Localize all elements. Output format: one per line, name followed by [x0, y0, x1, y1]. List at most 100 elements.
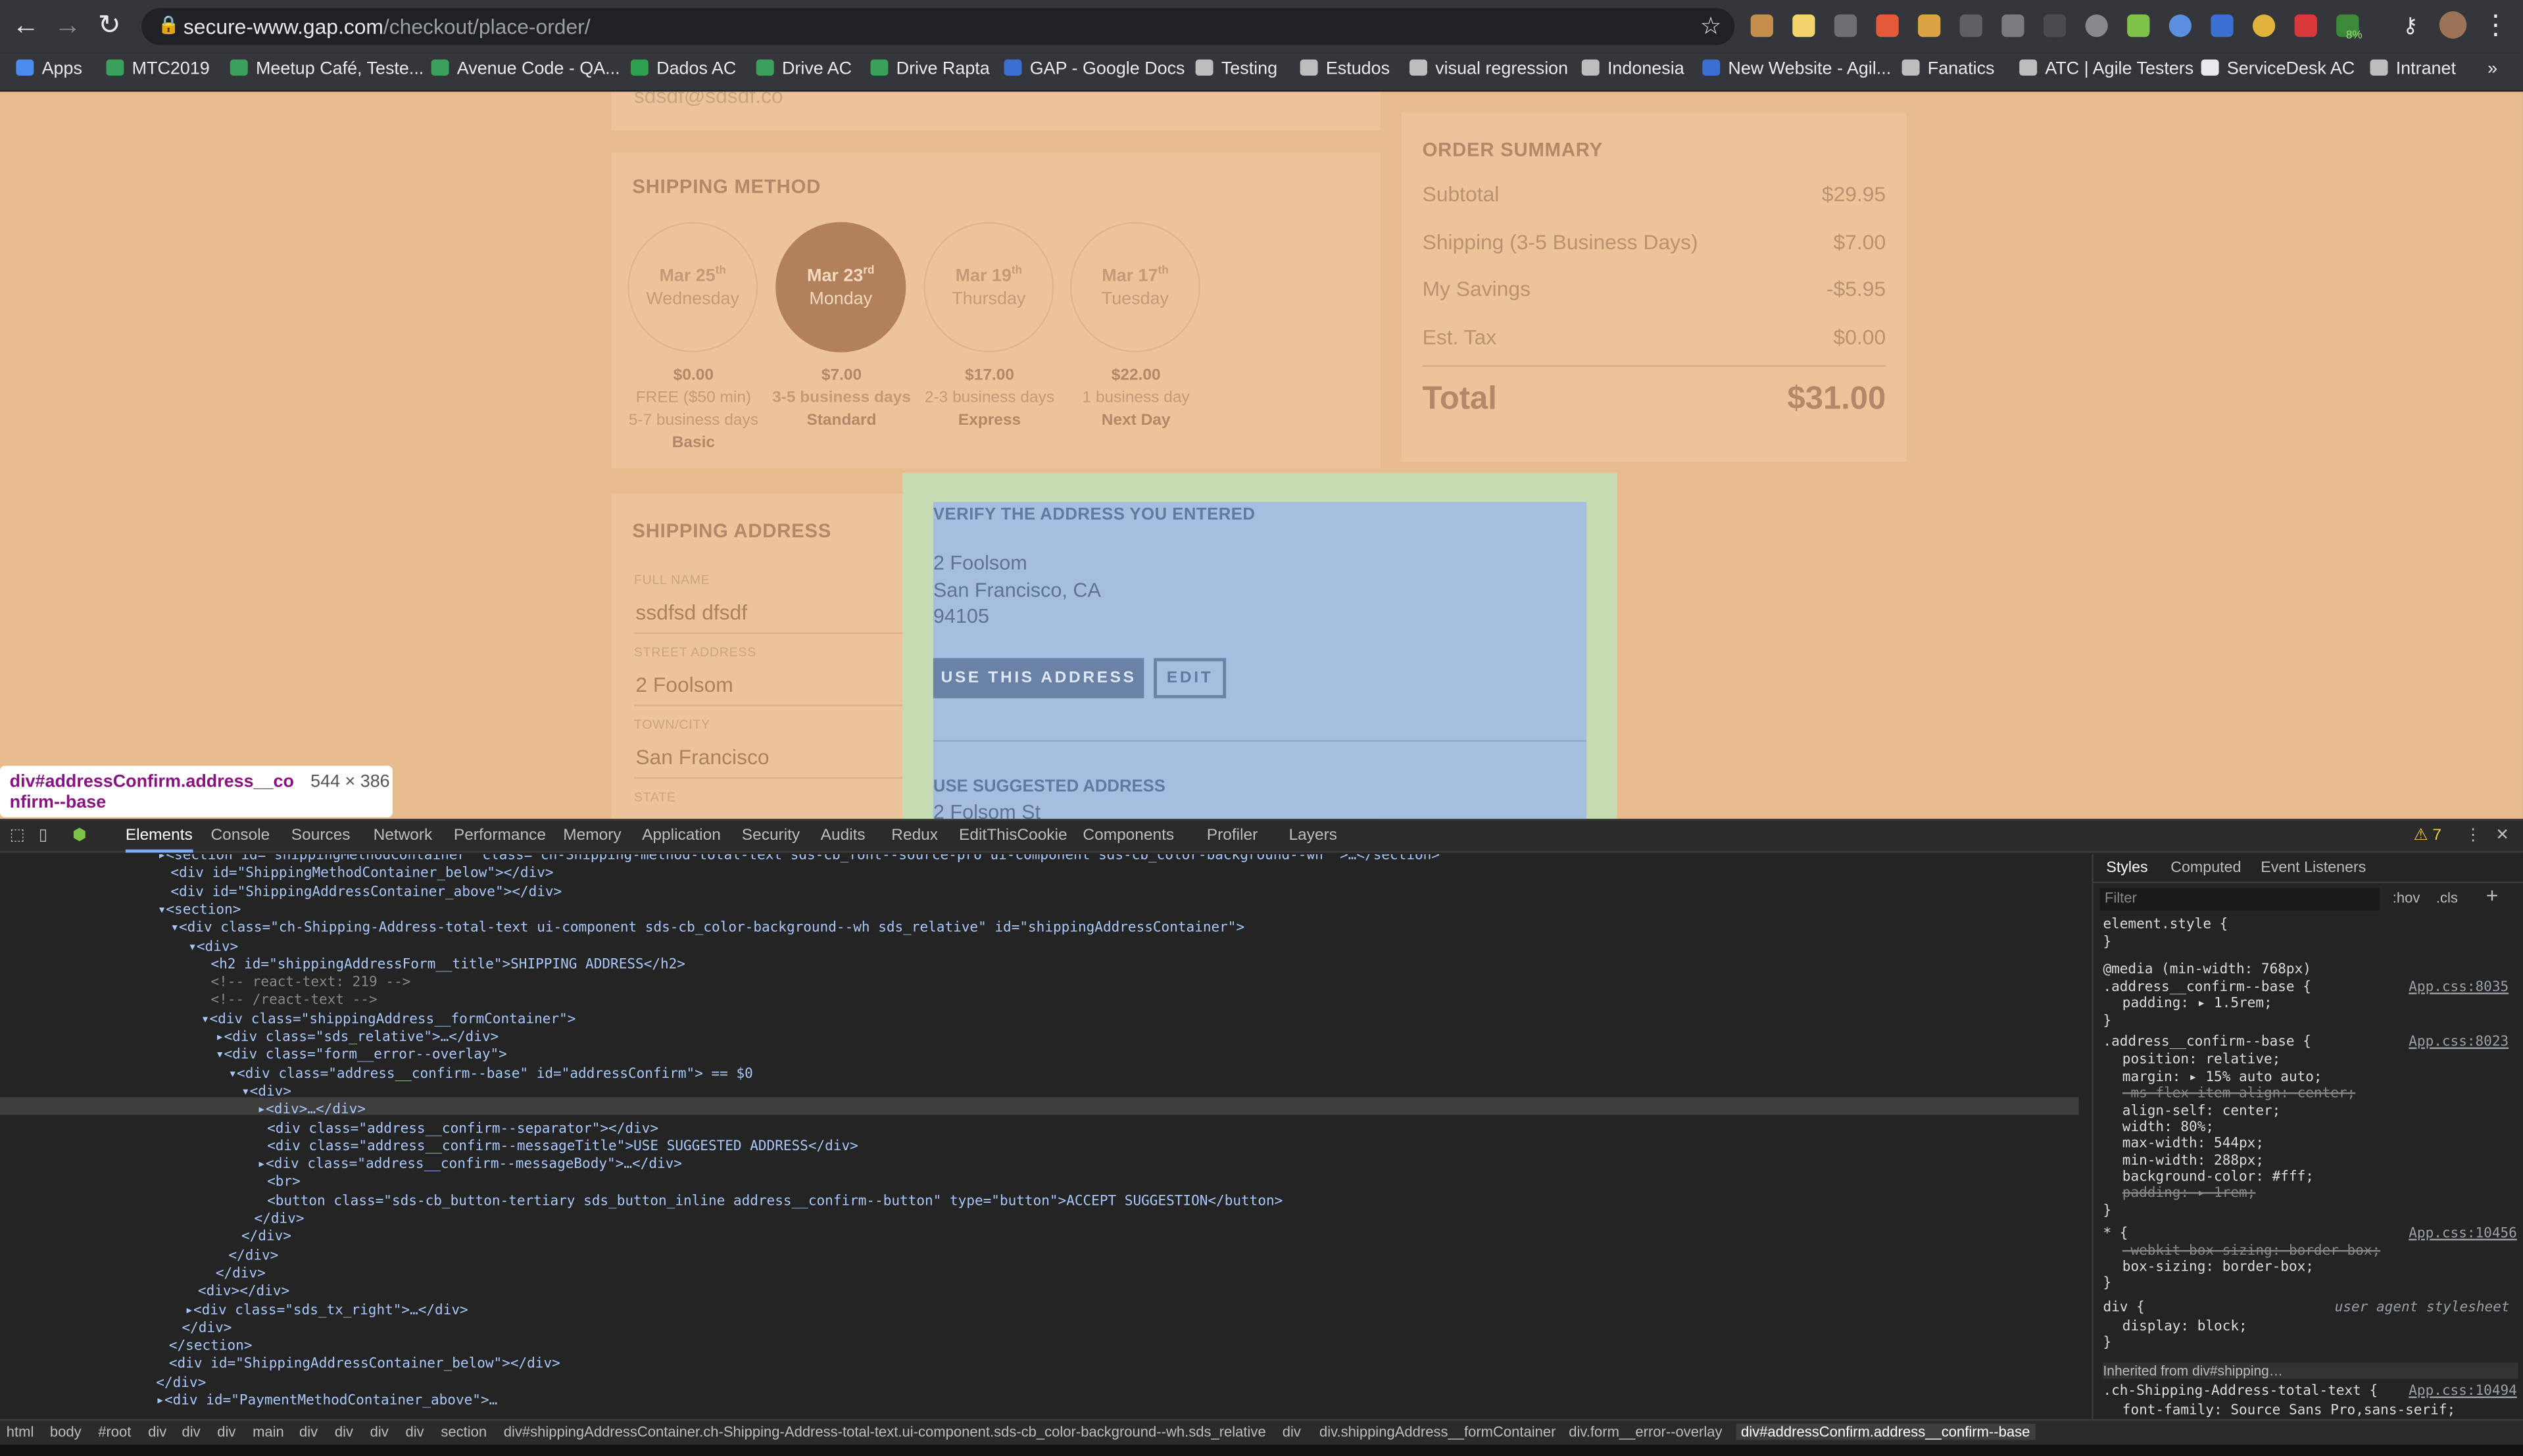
bookmark-3[interactable]: Avenue Code - QA...: [431, 59, 620, 79]
devtools-tab-application[interactable]: Application: [642, 827, 721, 844]
dom-node-line[interactable]: </div>: [255, 1211, 305, 1229]
field-input-2[interactable]: San Francisco: [635, 745, 769, 769]
bookmark-10[interactable]: visual regression: [1409, 59, 1568, 79]
grid-extension-icon[interactable]: [1959, 14, 1982, 37]
shipping-option-3[interactable]: Mar 17th Tuesday: [1069, 222, 1201, 352]
warning-count[interactable]: ⚠ 7: [2414, 827, 2441, 844]
dom-node-line[interactable]: ▸<div class="sds_relative">…</div>: [216, 1030, 499, 1048]
devtools-tab-network[interactable]: Network: [374, 827, 433, 844]
cls-toggle[interactable]: .cls: [2436, 890, 2458, 906]
atom-extension-icon[interactable]: [1834, 14, 1857, 37]
bookmark-13[interactable]: Fanatics: [1901, 59, 1995, 79]
dom-node-line[interactable]: <div id="ShippingMethodContainer_below">…: [170, 866, 553, 884]
bookmark-1[interactable]: MTC2019: [106, 59, 210, 79]
arrow-extension-icon[interactable]: [2043, 14, 2067, 37]
breadcrumb-item[interactable]: html: [7, 1424, 34, 1440]
style-source-link[interactable]: App.css:10494: [2409, 1384, 2517, 1399]
x-extension-icon[interactable]: [2211, 14, 2234, 37]
key-icon[interactable]: ⚷: [2394, 10, 2426, 42]
dom-node-line[interactable]: <button class="sds-cb_button-tertiary sd…: [267, 1193, 1283, 1211]
dom-node-line[interactable]: ▾<div class="address__confirm--base" id=…: [228, 1066, 752, 1084]
breadcrumb-item[interactable]: div: [217, 1424, 235, 1440]
devtools-tab-elements[interactable]: Elements: [125, 827, 193, 853]
devtools-tab-components[interactable]: Components: [1083, 827, 1174, 844]
styles-tab-2[interactable]: Event Listeners: [2261, 859, 2366, 877]
address-bar[interactable]: 🔒 secure-www.gap.com/checkout/place-orde…: [141, 8, 1735, 45]
dom-node-line[interactable]: <div class="address__confirm--messageTit…: [267, 1139, 858, 1157]
breadcrumb-item[interactable]: div: [1283, 1424, 1301, 1440]
use-this-address-button[interactable]: USE THIS ADDRESS: [933, 658, 1144, 698]
styles-tab-0[interactable]: Styles: [2106, 859, 2147, 877]
dom-node-line[interactable]: ▾<div class="form__error--overlay">: [216, 1048, 507, 1065]
dom-node-line[interactable]: ▾<div class="ch-Shipping-Address-total-t…: [170, 921, 1244, 938]
pick-extension-icon[interactable]: [1918, 14, 1941, 37]
breadcrumb-item[interactable]: main: [253, 1424, 284, 1440]
breadcrumb-item[interactable]: #root: [98, 1424, 131, 1440]
bookmark-star-icon[interactable]: ☆: [1700, 11, 1722, 41]
check-extension-icon[interactable]: [2127, 14, 2150, 37]
edit-button[interactable]: EDIT: [1154, 658, 1227, 698]
devtools-menu-icon[interactable]: ⋮: [2465, 827, 2481, 844]
reload-icon[interactable]: ↻: [93, 10, 126, 42]
device-icon[interactable]: ▯: [39, 827, 47, 844]
bookmark-15[interactable]: ServiceDesk AC: [2201, 59, 2355, 79]
r-extension-icon[interactable]: [2294, 14, 2317, 37]
style-source-link[interactable]: user agent stylesheet: [2335, 1300, 2510, 1316]
shipping-option-2[interactable]: Mar 19th Thursday: [923, 222, 1054, 352]
dom-node-line[interactable]: ▾<section>: [158, 902, 241, 920]
dom-node-line[interactable]: ▸<section id="shippingMethodContainer" c…: [158, 854, 1440, 865]
menu-icon[interactable]: ⋮: [2480, 10, 2512, 42]
bookmark-16[interactable]: Intranet: [2370, 59, 2456, 79]
devtools-tab-layers[interactable]: Layers: [1289, 827, 1337, 844]
cookie-extension-icon[interactable]: [1750, 14, 1773, 37]
style-source-link[interactable]: App.css:8035: [2409, 980, 2509, 996]
chrome-extension-icon[interactable]: [2252, 14, 2276, 37]
dom-node-line[interactable]: <div id="ShippingAddressContainer_above"…: [170, 885, 562, 902]
dom-node-line[interactable]: <br>: [267, 1175, 301, 1193]
dom-node-line[interactable]: ▸<div>…</div>: [257, 1102, 366, 1120]
devtools-tab-sources[interactable]: Sources: [291, 827, 351, 844]
dom-node-line[interactable]: </div>: [182, 1321, 232, 1338]
bookmark-5[interactable]: Drive AC: [756, 59, 852, 79]
bookmark-7[interactable]: GAP - Google Docs: [1004, 59, 1185, 79]
dom-node-line[interactable]: </div>: [156, 1375, 206, 1393]
devtools-tab-audits[interactable]: Audits: [821, 827, 866, 844]
style-source-link[interactable]: App.css:10456: [2409, 1226, 2517, 1242]
bookmark-4[interactable]: Dados AC: [630, 59, 736, 79]
notes-extension-icon[interactable]: [1792, 14, 1815, 37]
bookmark-6[interactable]: Drive Rapta: [870, 59, 990, 79]
target-extension-icon[interactable]: [2085, 14, 2108, 37]
shipping-option-0[interactable]: Mar 25th Wednesday: [627, 222, 758, 352]
vue-extension-icon[interactable]: [2001, 14, 2024, 37]
bookmark-0[interactable]: Apps: [16, 59, 82, 79]
bookmark-12[interactable]: New Website - Agil...: [1702, 59, 1891, 79]
breadcrumb-item[interactable]: section: [441, 1424, 487, 1440]
inspect-icon[interactable]: ⬚: [10, 827, 25, 844]
devtools-tab-profiler[interactable]: Profiler: [1207, 827, 1258, 844]
dom-node-line[interactable]: </div>: [241, 1230, 291, 1248]
dom-node-line[interactable]: <!-- /react-text -->: [210, 993, 377, 1011]
dom-node-line[interactable]: <div></div>: [198, 1284, 289, 1302]
devtools-tab-security[interactable]: Security: [742, 827, 800, 844]
devtools-tab-memory[interactable]: Memory: [563, 827, 621, 844]
shipping-option-1[interactable]: Mar 23rd Monday: [775, 222, 906, 352]
breadcrumb-item[interactable]: div: [299, 1424, 318, 1440]
dom-node-line[interactable]: ▸<div class="sds_tx_right">…</div>: [185, 1302, 468, 1320]
field-input-0[interactable]: ssdfsd dfsdf: [635, 600, 747, 625]
bookmark-2[interactable]: Meetup Café, Teste...: [230, 59, 424, 79]
breadcrumb-item[interactable]: div.shippingAddress__formContainer: [1319, 1424, 1555, 1440]
new-rule-icon[interactable]: +: [2486, 883, 2499, 908]
devtools-close-icon[interactable]: ✕: [2495, 827, 2509, 844]
dom-node-line[interactable]: ▸<div class="address__confirm--messageBo…: [257, 1157, 682, 1175]
dom-node-line[interactable]: <!-- react-text: 219 -->: [210, 975, 410, 993]
dom-node-line[interactable]: ▾<div class="shippingAddress__formContai…: [201, 1011, 576, 1029]
breadcrumb-item[interactable]: div#shippingAddressContainer.ch-Shipping…: [504, 1424, 1266, 1440]
breadcrumb-item[interactable]: div: [182, 1424, 200, 1440]
bookmark-9[interactable]: Estudos: [1300, 59, 1390, 79]
devtools-tab-redux[interactable]: Redux: [891, 827, 938, 844]
styles-filter-input[interactable]: Filter: [2099, 888, 2380, 911]
dom-node-line[interactable]: <div class="address__confirm--separator"…: [267, 1121, 658, 1138]
bookmark-11[interactable]: Indonesia: [1581, 59, 1684, 79]
dom-node-line[interactable]: </div>: [228, 1248, 278, 1265]
breadcrumb-item[interactable]: div: [335, 1424, 353, 1440]
